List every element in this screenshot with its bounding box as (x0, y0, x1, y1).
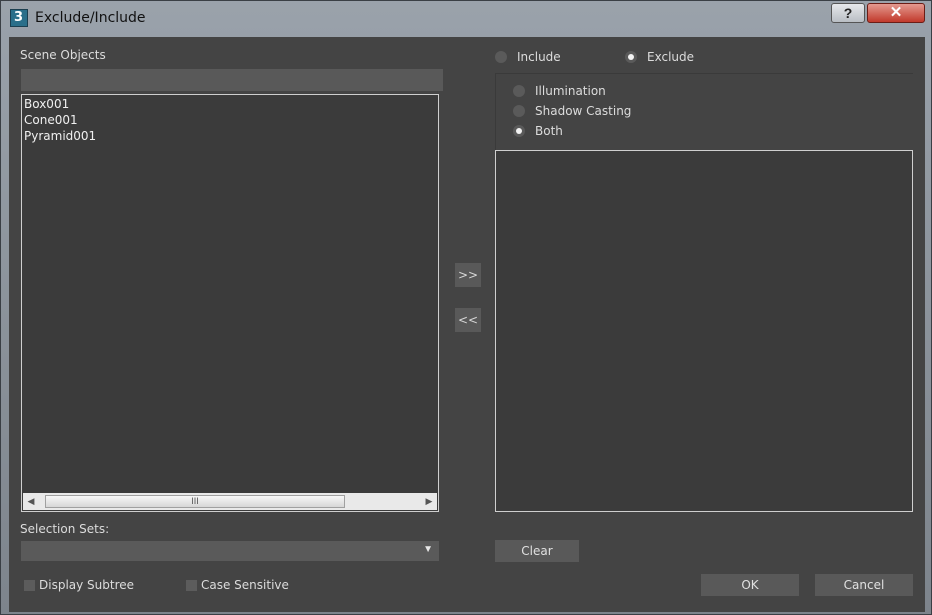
scene-objects-list[interactable]: Box001 Cone001 Pyramid001 ◀ III ▶ (21, 94, 439, 512)
add-to-list-button[interactable]: >> (455, 263, 481, 287)
exclude-radio[interactable] (625, 51, 637, 63)
dialog-body: Scene Objects Box001 Cone001 Pyramid001 … (9, 37, 925, 612)
remove-from-list-button[interactable]: << (455, 308, 481, 332)
shadow-casting-radio[interactable] (513, 105, 525, 117)
excluded-objects-list[interactable] (495, 150, 913, 512)
window-title: Exclude/Include (35, 10, 146, 26)
app-icon: 3 (10, 9, 28, 27)
close-button[interactable]: ✕ (867, 3, 925, 23)
display-subtree-label: Display Subtree (39, 578, 135, 592)
include-radio[interactable] (495, 51, 507, 63)
shadow-casting-label: Shadow Casting (535, 104, 632, 118)
scrollbar-thumb[interactable]: III (45, 495, 345, 508)
clear-button[interactable]: Clear (495, 540, 579, 562)
case-sensitive-label: Case Sensitive (201, 578, 289, 592)
title-bar[interactable]: 3 Exclude/Include ? ✕ (1, 1, 931, 35)
ok-button[interactable]: OK (701, 574, 799, 596)
scene-objects-filter-input[interactable] (21, 69, 443, 91)
scroll-right-icon[interactable]: ▶ (421, 493, 437, 510)
case-sensitive-checkbox[interactable] (186, 580, 197, 591)
list-item[interactable]: Pyramid001 (24, 129, 96, 143)
horizontal-scrollbar[interactable]: ◀ III ▶ (23, 493, 437, 510)
include-label: Include (517, 50, 561, 64)
exclude-include-dialog: 3 Exclude/Include ? ✕ Scene Objects Box0… (0, 0, 932, 615)
scene-objects-label: Scene Objects (20, 48, 106, 62)
selection-sets-dropdown[interactable]: ▼ (21, 541, 439, 561)
chevron-down-icon: ▼ (423, 544, 433, 555)
display-subtree-checkbox[interactable] (24, 580, 35, 591)
selection-sets-label: Selection Sets: (20, 522, 110, 536)
both-label: Both (535, 124, 563, 138)
list-item[interactable]: Box001 (24, 97, 69, 111)
list-item[interactable]: Cone001 (24, 113, 78, 127)
illumination-radio[interactable] (513, 85, 525, 97)
illumination-label: Illumination (535, 84, 606, 98)
exclude-label: Exclude (647, 50, 695, 64)
cancel-button[interactable]: Cancel (815, 574, 913, 596)
help-button[interactable]: ? (831, 3, 865, 23)
both-radio[interactable] (513, 125, 525, 137)
scroll-left-icon[interactable]: ◀ (23, 493, 39, 510)
